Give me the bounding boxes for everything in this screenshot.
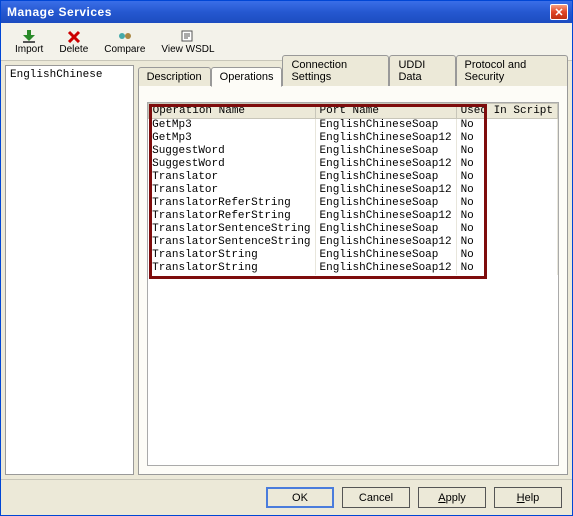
tab-operations[interactable]: Operations: [211, 67, 283, 87]
service-item-englishchinese[interactable]: EnglishChinese: [8, 68, 131, 82]
cell-used: No: [456, 262, 557, 275]
cell-op: SuggestWord: [148, 145, 315, 158]
cell-op: TranslatorString: [148, 262, 315, 275]
help-rest: elp: [525, 492, 540, 504]
view-wsdl-label: View WSDL: [161, 44, 214, 55]
manage-services-window: Manage Services ✕ Import Delete Compare …: [0, 0, 573, 516]
table-row[interactable]: TranslatorReferStringEnglishChineseSoap1…: [148, 210, 557, 223]
window-title: Manage Services: [5, 5, 550, 19]
apply-rest: pply: [446, 492, 466, 504]
body-area: EnglishChinese Description Operations Co…: [1, 61, 572, 479]
import-label: Import: [15, 44, 43, 55]
table-row[interactable]: TranslatorStringEnglishChineseSoapNo: [148, 249, 557, 262]
cell-port: EnglishChineseSoap12: [315, 262, 456, 275]
apply-button[interactable]: Apply: [418, 487, 486, 508]
cell-port: EnglishChineseSoap12: [315, 132, 456, 145]
compare-button[interactable]: Compare: [98, 29, 151, 55]
cell-used: No: [456, 223, 557, 236]
operations-table-container[interactable]: Operation Name Port Name Used In Script …: [147, 102, 559, 466]
ok-button[interactable]: OK: [266, 487, 334, 508]
table-row[interactable]: TranslatorSentenceStringEnglishChineseSo…: [148, 223, 557, 236]
cell-op: GetMp3: [148, 132, 315, 145]
table-row[interactable]: SuggestWordEnglishChineseSoapNo: [148, 145, 557, 158]
cell-op: Translator: [148, 171, 315, 184]
cell-port: EnglishChineseSoap: [315, 197, 456, 210]
tab-connection-settings[interactable]: Connection Settings: [282, 55, 389, 86]
close-icon: ✕: [554, 6, 563, 19]
cell-port: EnglishChineseSoap12: [315, 236, 456, 249]
view-wsdl-icon: [180, 29, 196, 43]
cell-used: No: [456, 184, 557, 197]
cell-port: EnglishChineseSoap12: [315, 184, 456, 197]
col-header-used[interactable]: Used In Script: [456, 104, 557, 119]
col-header-port[interactable]: Port Name: [315, 104, 456, 119]
tab-protocol-security[interactable]: Protocol and Security: [456, 55, 569, 86]
cell-op: TranslatorReferString: [148, 210, 315, 223]
table-row[interactable]: TranslatorEnglishChineseSoap12No: [148, 184, 557, 197]
delete-icon: [66, 29, 82, 43]
import-button[interactable]: Import: [9, 29, 49, 55]
cell-op: TranslatorSentenceString: [148, 236, 315, 249]
cell-used: No: [456, 119, 557, 133]
cell-port: EnglishChineseSoap: [315, 171, 456, 184]
operations-table: Operation Name Port Name Used In Script …: [148, 103, 558, 275]
cell-used: No: [456, 158, 557, 171]
table-row[interactable]: SuggestWordEnglishChineseSoap12No: [148, 158, 557, 171]
delete-label: Delete: [59, 44, 88, 55]
cell-op: SuggestWord: [148, 158, 315, 171]
cell-used: No: [456, 145, 557, 158]
table-row[interactable]: TranslatorStringEnglishChineseSoap12No: [148, 262, 557, 275]
compare-icon: [117, 29, 133, 43]
cell-used: No: [456, 210, 557, 223]
tabstrip: Description Operations Connection Settin…: [138, 65, 568, 85]
cell-used: No: [456, 132, 557, 145]
col-header-operation[interactable]: Operation Name: [148, 104, 315, 119]
cell-used: No: [456, 197, 557, 210]
tab-description[interactable]: Description: [138, 67, 211, 86]
services-list[interactable]: EnglishChinese: [5, 65, 134, 475]
import-icon: [21, 29, 37, 43]
cell-op: GetMp3: [148, 119, 315, 133]
tab-content-operations: Operation Name Port Name Used In Script …: [138, 85, 568, 475]
cell-port: EnglishChineseSoap12: [315, 158, 456, 171]
cell-op: TranslatorSentenceString: [148, 223, 315, 236]
cell-op: TranslatorReferString: [148, 197, 315, 210]
cell-port: EnglishChineseSoap: [315, 119, 456, 133]
help-button[interactable]: Help: [494, 487, 562, 508]
table-row[interactable]: TranslatorEnglishChineseSoapNo: [148, 171, 557, 184]
details-panel: Description Operations Connection Settin…: [138, 65, 568, 475]
tab-uddi-data[interactable]: UDDI Data: [389, 55, 455, 86]
table-row[interactable]: TranslatorSentenceStringEnglishChineseSo…: [148, 236, 557, 249]
compare-label: Compare: [104, 44, 145, 55]
view-wsdl-button[interactable]: View WSDL: [155, 29, 220, 55]
cell-op: Translator: [148, 184, 315, 197]
cell-used: No: [456, 236, 557, 249]
table-row[interactable]: GetMp3EnglishChineseSoapNo: [148, 119, 557, 133]
cell-used: No: [456, 249, 557, 262]
table-row[interactable]: TranslatorReferStringEnglishChineseSoapN…: [148, 197, 557, 210]
close-button[interactable]: ✕: [550, 4, 568, 20]
cell-used: No: [456, 171, 557, 184]
cell-port: EnglishChineseSoap: [315, 145, 456, 158]
button-bar: OK Cancel Apply Help: [1, 479, 572, 515]
cancel-button[interactable]: Cancel: [342, 487, 410, 508]
cell-port: EnglishChineseSoap: [315, 249, 456, 262]
titlebar: Manage Services ✕: [1, 1, 572, 23]
cell-port: EnglishChineseSoap: [315, 223, 456, 236]
table-row[interactable]: GetMp3EnglishChineseSoap12No: [148, 132, 557, 145]
cell-op: TranslatorString: [148, 249, 315, 262]
delete-button[interactable]: Delete: [53, 29, 94, 55]
cell-port: EnglishChineseSoap12: [315, 210, 456, 223]
